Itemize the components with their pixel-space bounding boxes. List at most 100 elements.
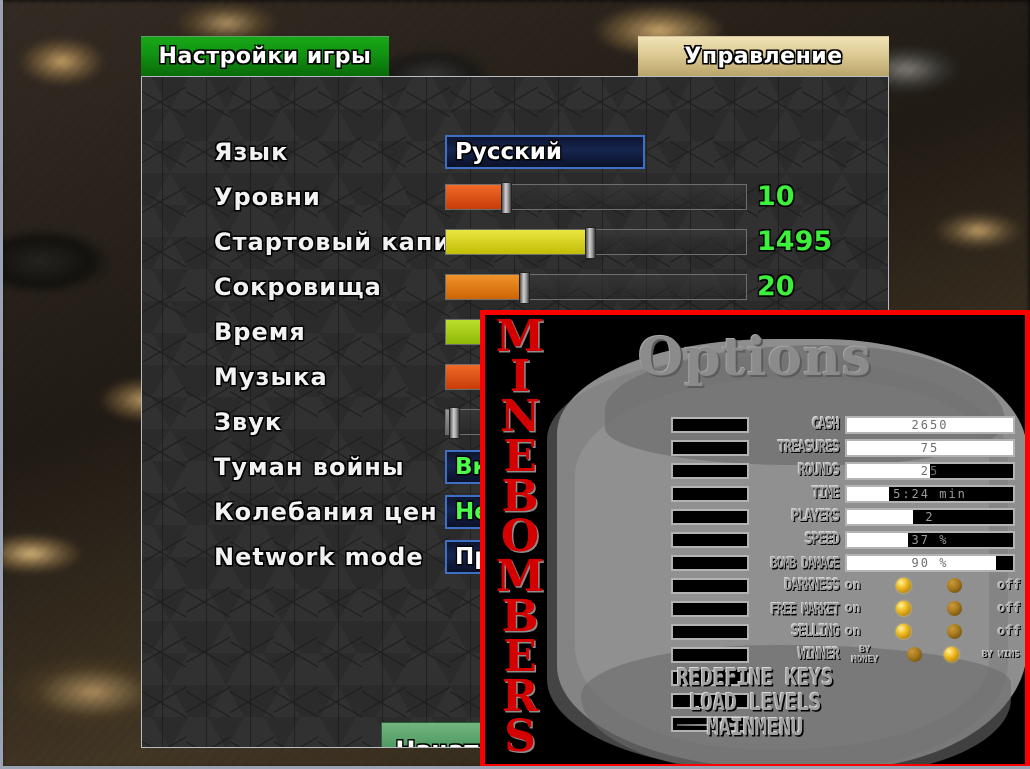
settings-row-treasures: Сокровища 20 xyxy=(142,264,888,309)
mb-row-speed: SPEED 37 % xyxy=(485,528,1025,551)
row-label-price-fluctuation: Колебания цен xyxy=(214,497,438,526)
mb-value-treasures: 75 xyxy=(920,440,940,455)
mb-selling-off-label: off xyxy=(997,623,1021,639)
mb-field-time[interactable]: 5:24 min xyxy=(845,484,1015,503)
mb-row-treasures: TREASURES 75 xyxy=(485,436,1025,459)
row-label-sound: Звук xyxy=(214,407,283,436)
mb-free-market-off-label: off xyxy=(997,600,1021,616)
mb-bar-time[interactable] xyxy=(671,485,749,502)
mb-row-bomb-damage: BOMB DAMAGE 90 % xyxy=(485,551,1025,574)
mb-darkness-off-orb[interactable] xyxy=(946,578,962,593)
mb-free-market-on-label: on xyxy=(845,600,861,616)
mb-bar-selling[interactable] xyxy=(671,623,749,640)
mb-fill-speed xyxy=(847,532,909,547)
levels-value: 10 xyxy=(757,181,795,212)
row-label-language: Язык xyxy=(214,137,289,166)
tab-game-settings-label: Настройки игры xyxy=(158,44,372,69)
language-select[interactable]: Русский xyxy=(445,134,645,169)
mb-field-speed[interactable]: 37 % xyxy=(845,530,1015,549)
mb-row-selling: SELLING on off xyxy=(485,620,1025,643)
mb-field-treasures[interactable]: 75 xyxy=(845,438,1015,457)
sound-slider-knob[interactable] xyxy=(449,406,460,439)
mb-value-time: 5:24 min xyxy=(893,486,967,501)
tab-controls[interactable]: Управление xyxy=(638,36,889,76)
mb-toggle-winner: BY MONEY BY WINS xyxy=(845,645,1021,665)
levels-slider-knob[interactable] xyxy=(501,181,512,214)
mb-bar-winner[interactable] xyxy=(671,646,749,663)
settings-row-levels: Уровни 10 xyxy=(142,174,888,219)
mb-toggle-darkness: on off xyxy=(845,576,1021,596)
row-label-music: Музыка xyxy=(214,362,328,391)
treasures-slider[interactable] xyxy=(445,271,747,304)
mb-label-selling: SELLING xyxy=(791,622,840,641)
mb-row-darkness: DARKNESS on off xyxy=(485,574,1025,597)
row-label-treasures: Сокровища xyxy=(214,272,382,301)
mb-field-rounds[interactable]: 25 xyxy=(845,461,1015,480)
mb-label-darkness: DARKNESS xyxy=(784,576,840,595)
row-label-fog-of-war: Туман войны xyxy=(214,452,405,481)
mb-bar-rounds[interactable] xyxy=(671,462,749,479)
mb-value-players: 2 xyxy=(925,509,935,524)
mb-toggle-free-market: on off xyxy=(845,599,1021,619)
mb-label-treasures: TREASURES xyxy=(777,438,840,457)
mb-bar-treasures[interactable] xyxy=(671,439,749,456)
mb-selling-off-orb[interactable] xyxy=(946,624,962,639)
mb-fill-rounds xyxy=(847,463,930,478)
starting-capital-value: 1495 xyxy=(757,226,833,257)
treasures-slider-knob[interactable] xyxy=(519,271,530,304)
mb-winner-by-money-label: BY MONEY xyxy=(851,644,879,665)
minebombers-option-rows: CASH 2650 TREASURES 75 ROUNDS 25 TIME 5:… xyxy=(485,413,1025,741)
mb-field-players[interactable]: 2 xyxy=(845,507,1015,526)
mb-winner-by-money-orb[interactable] xyxy=(907,647,922,662)
mb-value-bomb-damage: 90 % xyxy=(911,555,949,570)
mb-value-rounds: 25 xyxy=(920,463,940,478)
mb-fill-players xyxy=(847,509,914,524)
mb-label-winner: WINNER xyxy=(798,645,840,664)
mb-darkness-on-label: on xyxy=(845,577,861,593)
mb-value-cash: 2650 xyxy=(911,417,949,432)
treasures-value: 20 xyxy=(757,271,795,302)
row-label-levels: Уровни xyxy=(214,182,321,211)
mb-fill-time xyxy=(847,486,889,501)
mb-label-speed: SPEED xyxy=(804,530,840,549)
mb-selling-on-orb[interactable] xyxy=(896,624,912,639)
starting-capital-slider-fill xyxy=(446,229,590,254)
mb-bar-speed[interactable] xyxy=(671,531,749,548)
settings-row-language: Язык Русский xyxy=(142,129,888,174)
mb-row-time: TIME 5:24 min xyxy=(485,482,1025,505)
mb-field-cash[interactable]: 2650 xyxy=(845,415,1015,434)
mb-free-market-off-orb[interactable] xyxy=(946,601,962,616)
tab-game-settings[interactable]: Настройки игры xyxy=(141,36,389,76)
mb-bar-players[interactable] xyxy=(671,508,749,525)
mb-label-free-market: FREE MARKET xyxy=(770,599,840,618)
mb-free-market-on-orb[interactable] xyxy=(896,601,912,616)
mb-winner-by-wins-label: BY WINS xyxy=(982,649,1020,660)
mb-row-cash: CASH 2650 xyxy=(485,413,1025,436)
language-select-value: Русский xyxy=(455,138,562,165)
mb-label-players: PLAYERS xyxy=(791,507,840,526)
mb-label-rounds: ROUNDS xyxy=(798,461,840,480)
mb-darkness-on-orb[interactable] xyxy=(896,578,912,593)
mb-row-free-market: FREE MARKET on off xyxy=(485,597,1025,620)
mb-darkness-off-label: off xyxy=(997,577,1021,593)
mb-menu-mainmenu[interactable]: MAINMENU xyxy=(485,713,1025,742)
settings-tab-bar: Настройки игры Управление xyxy=(141,36,889,76)
starting-capital-slider[interactable] xyxy=(445,226,747,259)
options-heading: Options xyxy=(637,327,873,388)
mb-bar-cash[interactable] xyxy=(671,416,749,433)
treasures-slider-fill xyxy=(446,274,524,299)
mb-label-cash: CASH xyxy=(811,415,840,434)
starting-capital-slider-knob[interactable] xyxy=(585,226,596,259)
mb-label-bomb-damage: BOMB DAMAGE xyxy=(770,553,840,572)
tab-controls-label: Управление xyxy=(684,44,843,69)
mb-value-speed: 37 % xyxy=(911,532,949,547)
levels-slider[interactable] xyxy=(445,181,747,214)
mb-winner-by-wins-orb[interactable] xyxy=(944,647,959,662)
mb-field-bomb-damage[interactable]: 90 % xyxy=(845,553,1015,572)
mb-row-rounds: ROUNDS 25 xyxy=(485,459,1025,482)
mb-bar-darkness[interactable] xyxy=(671,577,749,594)
mb-toggle-selling: on off xyxy=(845,622,1021,642)
mb-row-players: PLAYERS 2 xyxy=(485,505,1025,528)
minebombers-options-window: M I N E B O M B E R S Options CASH 2650 … xyxy=(480,310,1030,769)
mb-label-time: TIME xyxy=(811,484,840,503)
